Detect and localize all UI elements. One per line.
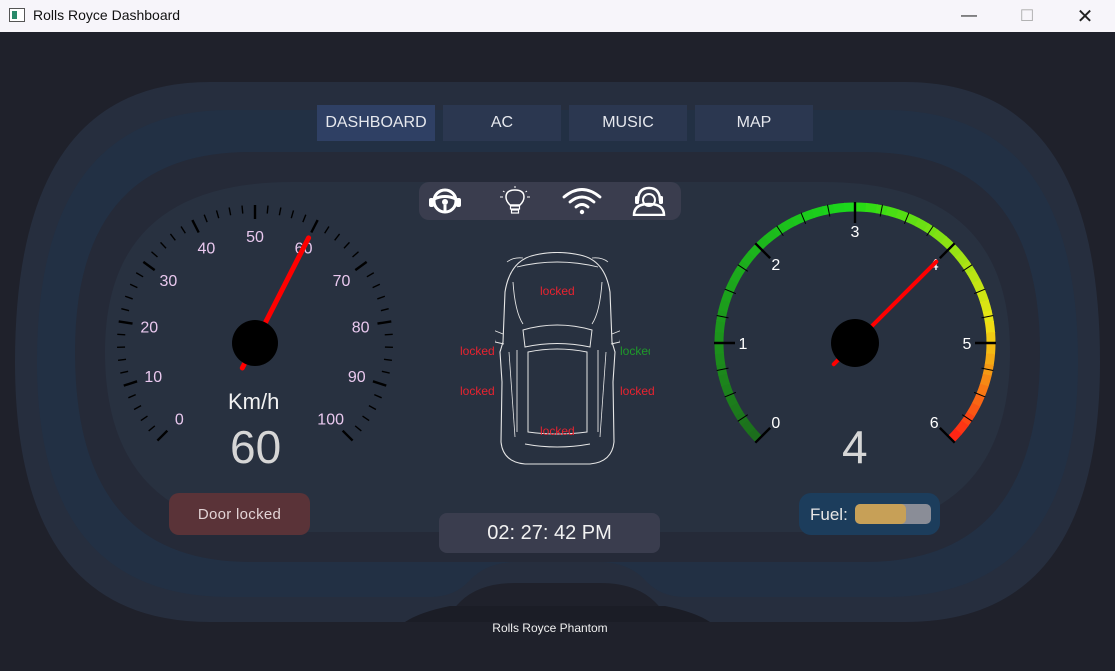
rpm-tick-label: 6 bbox=[930, 415, 939, 432]
rpm-arc-segment bbox=[976, 289, 989, 304]
rpm-arc-segment bbox=[791, 212, 806, 226]
rpm-arc-segment bbox=[865, 202, 878, 214]
rpm-arc-segment bbox=[801, 209, 816, 222]
rpm-arc-segment bbox=[979, 373, 992, 388]
rpm-arc-segment bbox=[755, 235, 771, 251]
rpm-arc-segment bbox=[984, 321, 996, 334]
rpm-arc-segment bbox=[976, 383, 989, 398]
fuel-label: Fuel: bbox=[810, 505, 848, 524]
window-title-bar: Rolls Royce Dashboard — ☐ ✕ bbox=[0, 0, 1115, 32]
rpm-readout: 4 bbox=[842, 421, 868, 473]
rpm-tick-label: 1 bbox=[739, 336, 748, 353]
door-status-button[interactable]: Door locked bbox=[169, 493, 310, 535]
rpm-arc-segment bbox=[729, 268, 744, 284]
rpm-arc-segment bbox=[833, 202, 846, 214]
minimize-button[interactable]: — bbox=[946, 0, 992, 32]
rpm-needle-hub bbox=[831, 319, 879, 367]
rpm-arc-segment bbox=[763, 228, 779, 244]
rpm-arc-segment bbox=[721, 288, 734, 303]
rpm-arc-segment bbox=[741, 251, 756, 266]
rpm-arc-segment bbox=[885, 206, 900, 219]
window-title: Rolls Royce Dashboard bbox=[33, 7, 181, 23]
rpm-arc-segment bbox=[954, 420, 969, 435]
rpm-tick-label: 5 bbox=[963, 336, 972, 353]
rpm-arc-segment bbox=[721, 382, 734, 397]
maximize-button[interactable]: ☐ bbox=[1004, 0, 1050, 32]
rpm-arc-segment bbox=[811, 206, 826, 218]
rpm-arc-segment bbox=[966, 402, 981, 418]
rpm-arc-segment bbox=[718, 372, 730, 387]
car-model-label: Rolls Royce Phantom bbox=[492, 621, 608, 635]
tachometer-gauge: 0123456 bbox=[714, 202, 996, 444]
rpm-arc-segment bbox=[905, 213, 920, 227]
rpm-arc-segment bbox=[967, 269, 981, 285]
close-button[interactable]: ✕ bbox=[1062, 0, 1108, 32]
rpm-arc-segment bbox=[781, 217, 797, 231]
fuel-bar-fill bbox=[855, 504, 906, 524]
rpm-arc-segment bbox=[971, 393, 985, 408]
rpm-arc-segment bbox=[718, 298, 731, 313]
rpm-arc-segment bbox=[725, 278, 739, 293]
rpm-arc-segment bbox=[914, 217, 930, 232]
rpm-tick-label: 0 bbox=[771, 415, 780, 432]
rpm-arc-segment bbox=[729, 401, 743, 417]
rpm-arc-segment bbox=[724, 392, 738, 407]
rpm-arc-segment bbox=[954, 251, 970, 267]
rpm-arc-segment bbox=[714, 352, 726, 365]
app-icon bbox=[9, 8, 25, 22]
rpm-arc-segment bbox=[895, 209, 910, 222]
fuel-bar-track bbox=[855, 504, 931, 524]
rpm-arc-segment bbox=[947, 243, 963, 259]
clock-display: 02: 27: 42 PM bbox=[439, 513, 660, 553]
rpm-tick-label: 2 bbox=[771, 257, 780, 274]
rpm-arc-segment bbox=[984, 353, 996, 366]
rpm-arc-segment bbox=[747, 427, 763, 443]
rpm-arc-segment bbox=[980, 299, 992, 314]
rpm-arc-segment bbox=[740, 419, 756, 435]
dashboard-canvas: DASHBOARD AC MUSIC MAP 0 10 20 30 40 50 … bbox=[0, 32, 1115, 671]
fuel-indicator: Fuel: bbox=[799, 493, 940, 535]
rpm-tick-label: 3 bbox=[851, 224, 860, 241]
rpm-arc-segment bbox=[972, 279, 986, 294]
rpm-arc-segment bbox=[714, 320, 726, 333]
rpm-arc-segment bbox=[932, 229, 947, 244]
